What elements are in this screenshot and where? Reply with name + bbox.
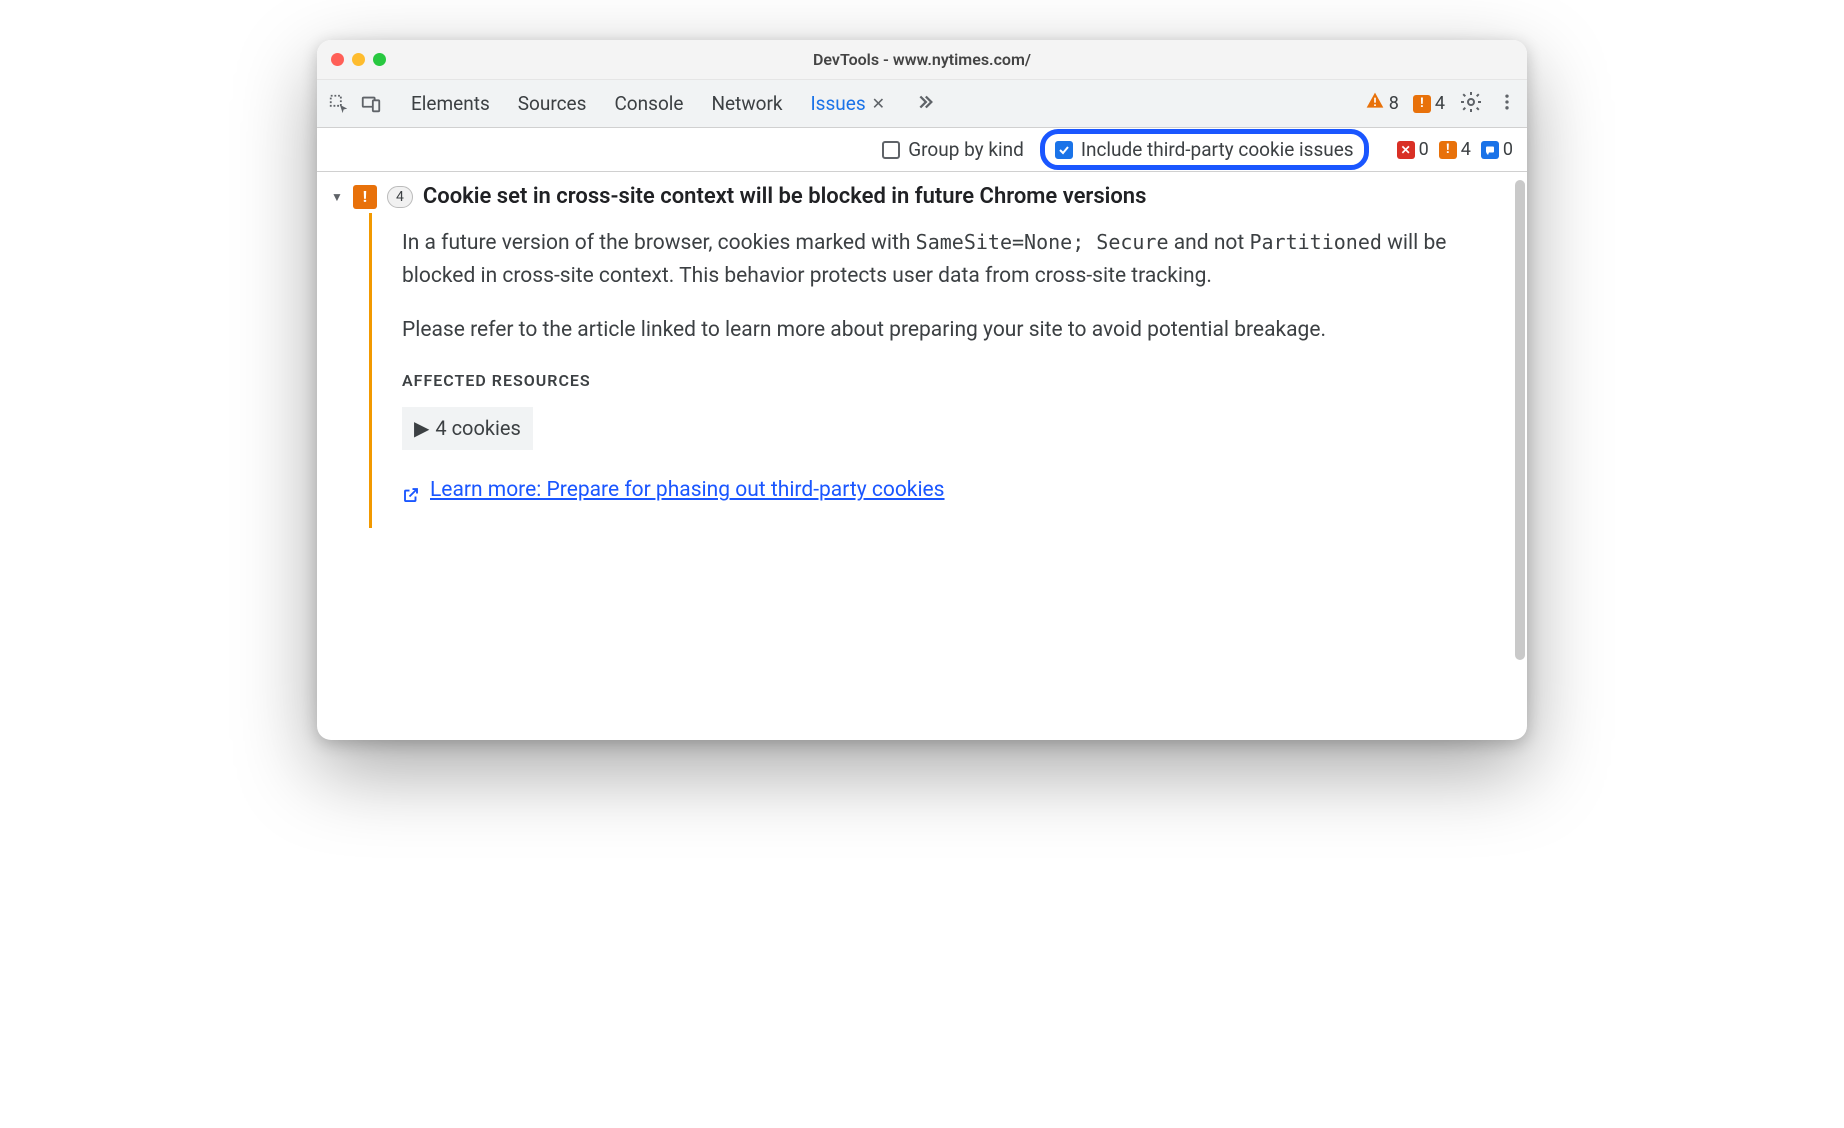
settings-gear-icon[interactable]	[1459, 90, 1483, 118]
more-options-icon[interactable]	[1497, 92, 1517, 116]
breaking-change-icon: !	[1439, 141, 1457, 159]
warning-triangle-icon	[1365, 91, 1385, 116]
filter-bar: Group by kind Include third-party cookie…	[317, 128, 1527, 172]
collapse-triangle-icon: ▶	[414, 413, 429, 444]
issue-occurrence-count: 4	[387, 186, 413, 208]
titlebar: DevTools - www.nytimes.com/	[317, 40, 1527, 80]
panel-tabs: Elements Sources Console Network Issues …	[411, 91, 935, 117]
highlighted-checkbox-ring: Include third-party cookie issues	[1040, 129, 1369, 170]
issue-description-paragraph-1: In a future version of the browser, cook…	[402, 227, 1497, 292]
info-count: 0	[1503, 139, 1513, 160]
device-toggle-icon[interactable]	[359, 92, 383, 116]
learn-more-link[interactable]: Learn more: Prepare for phasing out thir…	[402, 474, 945, 507]
issue-type-counts: ✕ 0 ! 4 0	[1397, 139, 1513, 160]
breaking-change-icon: !	[353, 185, 377, 209]
issue-body: In a future version of the browser, cook…	[369, 213, 1527, 528]
breaking-count-item[interactable]: ! 4	[1439, 139, 1471, 160]
tab-network[interactable]: Network	[711, 92, 782, 115]
issue-title: Cookie set in cross-site context will be…	[423, 184, 1147, 209]
scrollbar[interactable]	[1515, 180, 1525, 660]
window-minimize-button[interactable]	[352, 53, 365, 66]
tab-close-icon[interactable]: ✕	[872, 94, 885, 113]
warnings-count: 8	[1389, 93, 1399, 114]
tab-elements[interactable]: Elements	[411, 92, 490, 115]
error-icon: ✕	[1397, 141, 1415, 159]
affected-resources-heading: AFFECTED RESOURCES	[402, 369, 1497, 394]
breaking-count: 4	[1435, 93, 1445, 114]
tab-issues[interactable]: Issues ✕	[811, 92, 886, 115]
window-maximize-button[interactable]	[373, 53, 386, 66]
window-title: DevTools - www.nytimes.com/	[317, 50, 1527, 69]
tab-console[interactable]: Console	[614, 92, 683, 115]
checkbox-unchecked-icon	[882, 141, 900, 159]
tab-sources[interactable]: Sources	[518, 92, 587, 115]
errors-count-item[interactable]: ✕ 0	[1397, 139, 1429, 160]
group-by-kind-label: Group by kind	[908, 138, 1024, 161]
issue-description-paragraph-2: Please refer to the article linked to le…	[402, 314, 1497, 347]
affected-cookies-label: 4 cookies	[435, 413, 520, 444]
errors-count: 0	[1419, 139, 1429, 160]
learn-more-text: Learn more: Prepare for phasing out thir…	[430, 474, 945, 507]
expand-triangle-icon: ▼	[331, 190, 343, 204]
code-samesite: SameSite=None; Secure	[916, 230, 1169, 254]
info-icon	[1481, 141, 1499, 159]
info-count-item[interactable]: 0	[1481, 139, 1513, 160]
code-partitioned: Partitioned	[1249, 230, 1381, 254]
inspect-element-icon[interactable]	[327, 92, 351, 116]
traffic-lights	[331, 53, 386, 66]
breaking-change-icon: !	[1413, 95, 1431, 113]
external-link-icon	[402, 482, 420, 500]
status-area: 8 ! 4	[1365, 90, 1517, 118]
issue-item: ▼ ! 4 Cookie set in cross-site context w…	[317, 172, 1527, 544]
devtools-window: DevTools - www.nytimes.com/ Elements Sou…	[317, 40, 1527, 740]
window-close-button[interactable]	[331, 53, 344, 66]
include-third-party-checkbox[interactable]: Include third-party cookie issues	[1055, 138, 1354, 161]
more-tabs-icon[interactable]	[913, 91, 935, 117]
include-third-party-label: Include third-party cookie issues	[1081, 138, 1354, 161]
breaking-badge[interactable]: ! 4	[1413, 93, 1445, 114]
tab-issues-label: Issues	[811, 92, 866, 115]
warnings-badge[interactable]: 8	[1365, 91, 1399, 116]
issues-content: ▼ ! 4 Cookie set in cross-site context w…	[317, 172, 1527, 740]
tab-bar: Elements Sources Console Network Issues …	[317, 80, 1527, 128]
affected-cookies-toggle[interactable]: ▶ 4 cookies	[402, 407, 533, 450]
checkbox-checked-icon	[1055, 141, 1073, 159]
group-by-kind-checkbox[interactable]: Group by kind	[882, 138, 1024, 161]
issue-header[interactable]: ▼ ! 4 Cookie set in cross-site context w…	[323, 180, 1527, 213]
breaking-count-filter: 4	[1461, 139, 1471, 160]
